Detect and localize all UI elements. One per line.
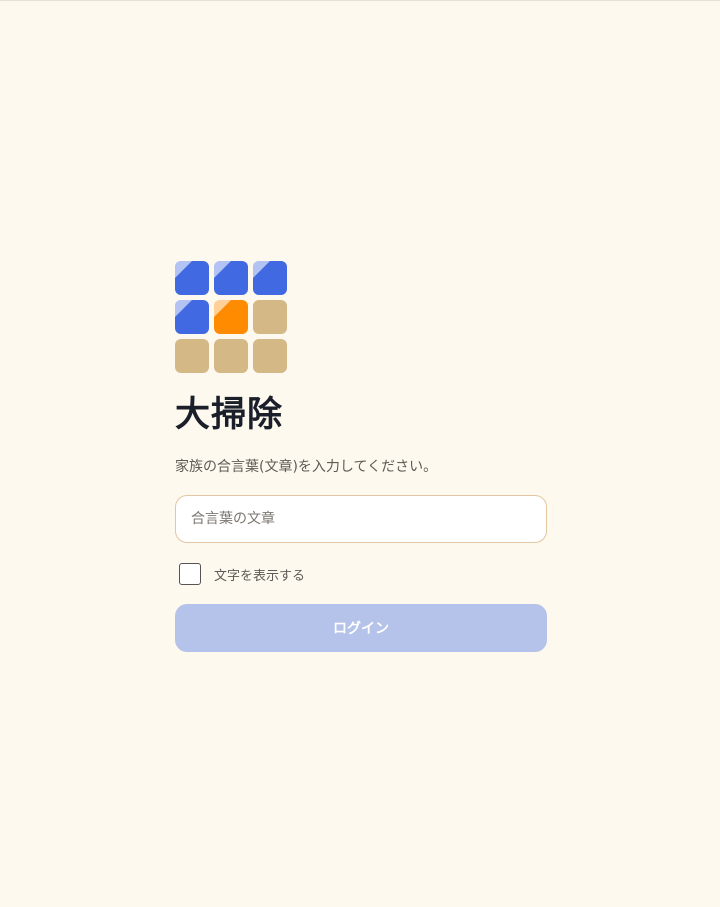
- logo-tile: [175, 261, 209, 295]
- logo-tile-shine: [214, 300, 231, 317]
- logo-tile: [214, 339, 248, 373]
- show-text-label: 文字を表示する: [214, 568, 306, 584]
- app-logo-icon: [175, 261, 287, 373]
- page-title: 大掃除: [175, 395, 284, 435]
- passphrase-input[interactable]: [175, 495, 547, 543]
- logo-tile-shine: [175, 261, 192, 278]
- top-divider: [0, 0, 720, 1]
- logo-tile: [214, 300, 248, 334]
- logo-tile: [253, 339, 287, 373]
- login-button[interactable]: ログイン: [175, 604, 547, 652]
- login-panel: 大掃除 家族の合言葉(文章)を入力してください。 文字を表示する ログイン: [175, 261, 547, 652]
- logo-tile: [253, 300, 287, 334]
- logo-tile-shine: [214, 261, 231, 278]
- instruction-text: 家族の合言葉(文章)を入力してください。: [175, 459, 438, 475]
- logo-tile-shine: [253, 261, 270, 278]
- logo-tile: [214, 261, 248, 295]
- logo-tile: [253, 261, 287, 295]
- show-text-option[interactable]: 文字を表示する: [175, 562, 547, 586]
- logo-tile-shine: [175, 300, 192, 317]
- logo-tile: [175, 339, 209, 373]
- show-text-checkbox[interactable]: [179, 563, 201, 585]
- logo-tile: [175, 300, 209, 334]
